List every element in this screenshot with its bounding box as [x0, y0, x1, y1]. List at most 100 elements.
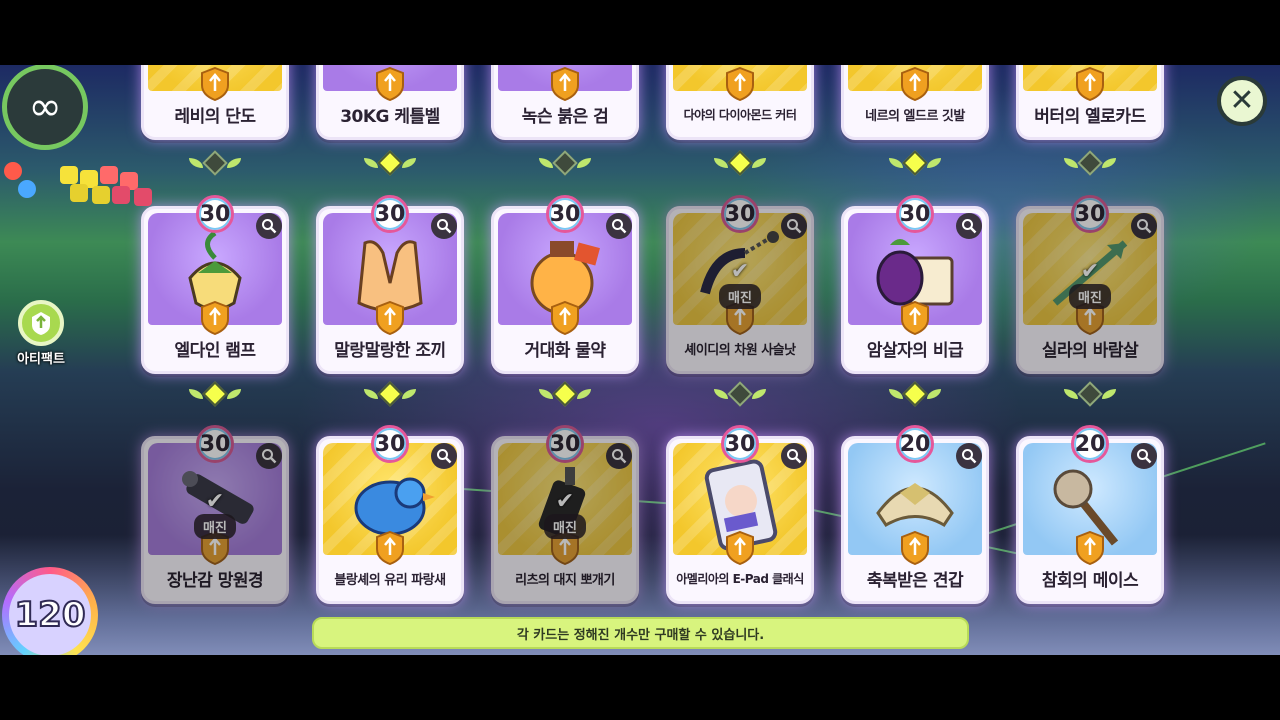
leaf-icon	[402, 389, 416, 399]
gem-diamond-icon	[902, 381, 928, 407]
leaf-icon	[752, 158, 766, 168]
leaf-icon	[927, 389, 941, 399]
magnify-icon[interactable]	[781, 443, 807, 469]
gem-diamond-icon	[552, 381, 578, 407]
magnify-icon[interactable]	[1131, 443, 1157, 469]
leaf-icon	[714, 389, 728, 399]
leaf-icon	[577, 389, 591, 399]
magnify-icon[interactable]	[956, 213, 982, 239]
gem-diamond-icon	[727, 150, 753, 176]
sold-out-label: 매진	[194, 514, 236, 539]
magnify-icon[interactable]	[256, 213, 282, 239]
shop-card[interactable]: 30 아멜리아의 E-Pad 클래식	[666, 425, 814, 604]
red-cube-icon	[134, 188, 152, 206]
gem-diamond-icon	[377, 381, 403, 407]
gem-indicator	[141, 381, 289, 407]
leaf-icon	[752, 389, 766, 399]
check-icon: ✔	[1080, 259, 1100, 284]
close-button[interactable]: ✕	[1217, 76, 1267, 126]
gem-indicator	[316, 150, 464, 176]
artifact-button[interactable]: 아티팩트	[10, 300, 72, 367]
count-inner: 120	[9, 574, 91, 656]
shop-card[interactable]: 30 말랑말랑한 조끼	[316, 195, 464, 374]
shop-card[interactable]: 20 축복받은 견갑	[841, 425, 989, 604]
sold-out-tag: ✔ 매진	[1062, 261, 1118, 311]
magnify-icon[interactable]	[606, 213, 632, 239]
leaf-icon	[227, 389, 241, 399]
stock-badge: 30	[546, 195, 584, 233]
rank-emblem-icon	[375, 66, 405, 102]
leaf-icon	[227, 158, 241, 168]
stock-badge: 20	[1071, 425, 1109, 463]
magnify-icon[interactable]	[956, 443, 982, 469]
rank-emblem-icon	[725, 530, 755, 566]
stock-badge: 30	[721, 195, 759, 233]
rank-emblem-icon	[725, 66, 755, 102]
leaf-icon	[539, 389, 553, 399]
gem-diamond-icon	[202, 381, 228, 407]
gem-diamond-icon	[377, 150, 403, 176]
magnify-icon[interactable]	[606, 443, 632, 469]
leaf-icon	[364, 389, 378, 399]
gem-indicator	[841, 150, 989, 176]
stock-badge: 30	[196, 425, 234, 463]
letterbox-bottom	[0, 655, 1280, 720]
check-icon: ✔	[730, 259, 750, 284]
stock-badge: 30	[196, 195, 234, 233]
check-icon: ✔	[205, 489, 225, 514]
rank-emblem-icon	[200, 66, 230, 102]
shop-card[interactable]: 30 블랑셰의 유리 파랑새	[316, 425, 464, 604]
leaf-icon	[1102, 158, 1116, 168]
shop-card[interactable]: 30 ✔ 매진 장난감 망원경	[141, 425, 289, 604]
leaf-icon	[1064, 389, 1078, 399]
magnify-icon[interactable]	[781, 213, 807, 239]
sold-out-tag: ✔ 매진	[712, 261, 768, 311]
magnify-icon[interactable]	[431, 213, 457, 239]
shop-card[interactable]: 30 ✔ 매진 리츠의 대지 뽀개기	[491, 425, 639, 604]
sold-out-label: 매진	[1069, 284, 1111, 309]
gem-diamond-icon	[902, 150, 928, 176]
currency-cluster	[0, 158, 160, 210]
ruby-icon	[4, 162, 22, 180]
rank-emblem-icon	[550, 300, 580, 336]
shop-card[interactable]: 30 엘다인 램프	[141, 195, 289, 374]
stock-badge: 30	[721, 425, 759, 463]
infinity-button[interactable]: ∞	[2, 64, 88, 150]
gem-indicator	[666, 381, 814, 407]
gem-indicator	[1016, 150, 1164, 176]
shop-card[interactable]: 30 ✔ 매진 실라의 바람살	[1016, 195, 1164, 374]
magnify-icon[interactable]	[256, 443, 282, 469]
gem-diamond-icon	[727, 381, 753, 407]
infinity-icon: ∞	[28, 84, 62, 130]
leaf-icon	[1102, 389, 1116, 399]
leaf-icon	[927, 158, 941, 168]
count-value: 120	[14, 594, 87, 636]
leaf-icon	[189, 389, 203, 399]
shop-card[interactable]: 30 거대화 물약	[491, 195, 639, 374]
sold-out-tag: ✔ 매진	[187, 491, 243, 541]
magnify-icon[interactable]	[431, 443, 457, 469]
gem-diamond-icon	[1077, 150, 1103, 176]
gem-indicator	[316, 381, 464, 407]
rank-emblem-icon	[1075, 530, 1105, 566]
count-badge: 120	[0, 565, 100, 663]
rank-emblem-icon	[900, 530, 930, 566]
rank-emblem-icon	[375, 300, 405, 336]
stock-badge: 30	[371, 425, 409, 463]
leaf-icon	[577, 158, 591, 168]
check-icon: ✔	[555, 489, 575, 514]
shop-card[interactable]: 30 ✔ 매진 셰이디의 차원 사슬낫	[666, 195, 814, 374]
stock-badge: 30	[896, 195, 934, 233]
magnify-icon[interactable]	[1131, 213, 1157, 239]
leaf-icon	[1064, 158, 1078, 168]
leaf-icon	[539, 158, 553, 168]
artifact-label: 아티팩트	[17, 352, 65, 367]
rank-emblem-icon	[900, 300, 930, 336]
shop-card[interactable]: 20 참회의 메이스	[1016, 425, 1164, 604]
leaf-icon	[889, 158, 903, 168]
sold-out-label: 매진	[544, 514, 586, 539]
shop-card[interactable]: 30 암살자의 비급	[841, 195, 989, 374]
gem-indicator	[666, 150, 814, 176]
stock-badge: 30	[546, 425, 584, 463]
red-cube-icon	[112, 186, 130, 204]
